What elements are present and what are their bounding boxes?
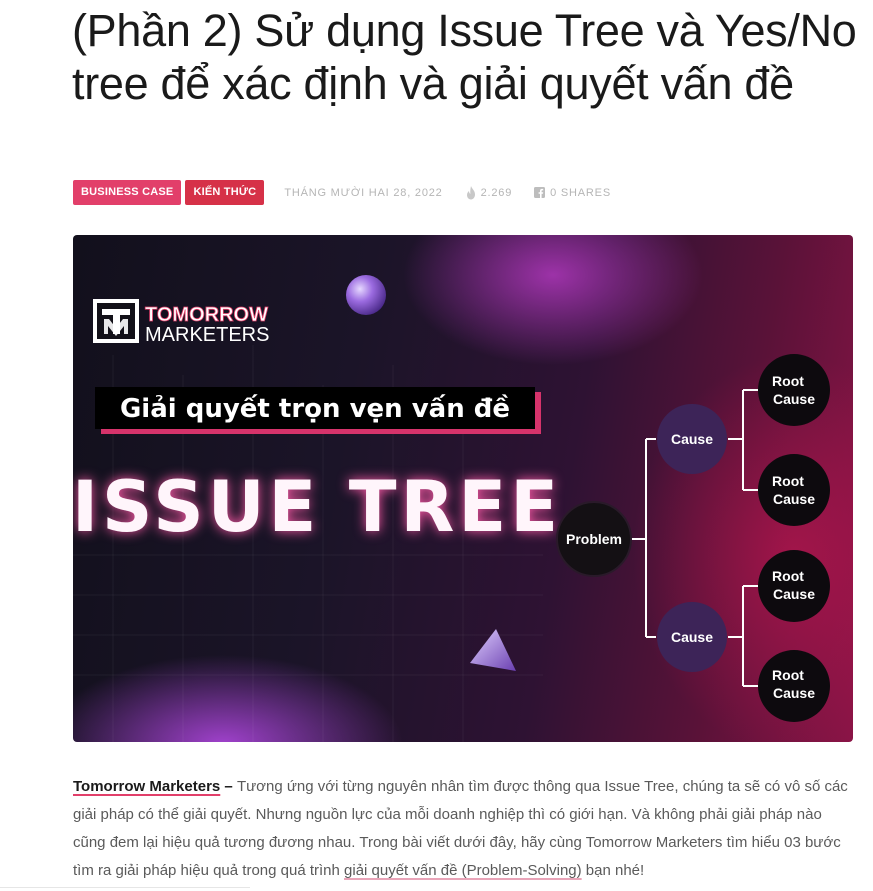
tomorrow-marketers-logo: TOMORROW MARKETERS [93, 299, 269, 346]
svg-text:Root: Root [772, 373, 804, 389]
logo-line1: TOMORROW [145, 304, 268, 326]
tree-node-problem: Problem [556, 501, 632, 577]
tree-node-root-cause: Root Cause [758, 454, 830, 526]
intro-dash: – [220, 778, 237, 795]
svg-text:Cause: Cause [671, 629, 713, 645]
facebook-icon [534, 187, 546, 198]
intro-text-end: bạn nhé! [581, 862, 645, 879]
issue-tree-illustration: TOMORROW MARKETERS Giải quyết trọn vẹn v… [73, 235, 853, 742]
svg-text:Cause: Cause [773, 391, 815, 407]
flame-icon [466, 185, 475, 199]
problem-solving-link[interactable]: giải quyết vấn đề (Problem-Solving) [344, 862, 582, 879]
svg-text:Root: Root [772, 473, 804, 489]
hero-subtitle: Giải quyết trọn vẹn vấn đề [120, 393, 510, 424]
view-count: 2.269 [465, 185, 513, 200]
view-count-value: 2.269 [480, 186, 513, 199]
purple-sphere [346, 275, 386, 315]
logo-line2: MARKETERS [145, 324, 269, 346]
featured-image: TOMORROW MARKETERS Giải quyết trọn vẹn v… [73, 235, 853, 742]
tree-node-root-cause: Root Cause [758, 650, 830, 722]
svg-text:Cause: Cause [773, 491, 815, 507]
svg-text:Root: Root [772, 568, 804, 584]
article-meta: BUSINESS CASE KIẾN THỨC THÁNG MƯỜI HAI 2… [73, 180, 611, 205]
tree-node-root-cause: Root Cause [758, 550, 830, 622]
article-title: (Phần 2) Sử dụng Issue Tree và Yes/No tr… [72, 5, 857, 109]
share-count-value: 0 SHARES [550, 186, 611, 199]
svg-text:Cause: Cause [773, 685, 815, 701]
category-badge-business-case[interactable]: BUSINESS CASE [73, 180, 182, 205]
brand-link[interactable]: Tomorrow Marketers [73, 778, 220, 795]
svg-text:Root: Root [772, 667, 804, 683]
tree-node-root-cause: Root Cause [758, 354, 830, 426]
post-date: THÁNG MƯỜI HAI 28, 2022 [284, 186, 443, 199]
tree-node-cause: Cause [657, 602, 727, 672]
share-count[interactable]: 0 SHARES [534, 187, 611, 199]
article-intro: Tomorrow Marketers – Tương ứng với từng … [73, 773, 853, 885]
hero-headline: ISSUE TREE [73, 466, 562, 548]
svg-text:Problem: Problem [566, 531, 622, 547]
svg-text:Cause: Cause [773, 586, 815, 602]
tree-node-cause: Cause [657, 404, 727, 474]
divider [0, 887, 250, 888]
category-badge-kien-thuc[interactable]: KIẾN THỨC [185, 180, 265, 205]
svg-text:Cause: Cause [671, 431, 713, 447]
